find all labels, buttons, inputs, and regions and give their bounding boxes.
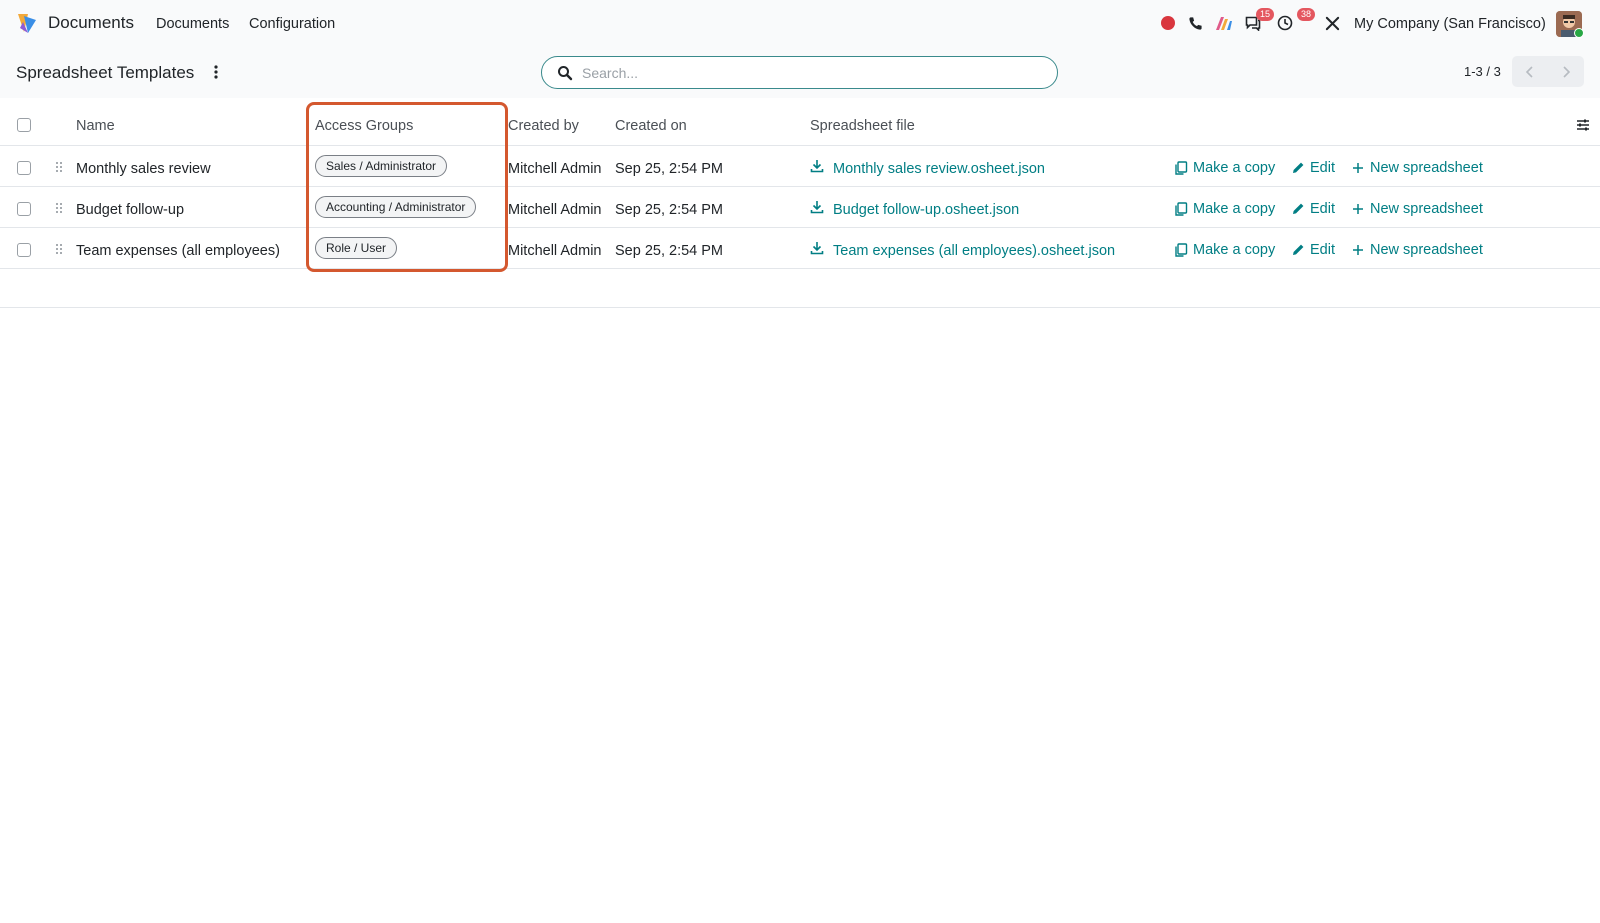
- search-input[interactable]: [582, 63, 1042, 83]
- download-icon[interactable]: [810, 241, 824, 255]
- debug-tools-button[interactable]: [1322, 0, 1342, 46]
- download-icon[interactable]: [810, 200, 824, 214]
- pager-next-button[interactable]: [1548, 56, 1584, 87]
- pencil-icon: [1293, 203, 1304, 214]
- activities-button[interactable]: [1274, 0, 1296, 46]
- select-all-checkbox[interactable]: [17, 118, 31, 132]
- created-by: Mitchell Admin: [508, 161, 602, 177]
- menu-configuration[interactable]: Configuration: [249, 16, 335, 32]
- record-icon: [1161, 16, 1175, 30]
- edit-label: Edit: [1310, 242, 1335, 258]
- messages-count-badge: 15: [1256, 8, 1274, 21]
- messages-button[interactable]: [1242, 0, 1264, 46]
- row-checkbox[interactable]: [17, 161, 31, 175]
- template-name: Monthly sales review: [76, 161, 211, 177]
- new-spreadsheet-label: New spreadsheet: [1370, 242, 1483, 258]
- row-checkbox[interactable]: [17, 243, 31, 257]
- table-row[interactable]: Monthly sales review Sales / Administrat…: [0, 146, 1600, 187]
- company-switcher[interactable]: My Company (San Francisco): [1354, 16, 1546, 32]
- ai-sparkle-icon: [1216, 17, 1232, 30]
- actions-kebab-icon[interactable]: [212, 64, 220, 80]
- edit-label: Edit: [1310, 160, 1335, 176]
- make-copy-button[interactable]: Make a copy: [1174, 160, 1275, 176]
- chevron-left-icon: [1525, 65, 1533, 78]
- pencil-icon: [1293, 162, 1304, 173]
- plus-icon: [1353, 163, 1363, 173]
- top-navbar: Documents Documents Configuration 15 38 …: [0, 0, 1600, 46]
- column-header-spreadsheet-file[interactable]: Spreadsheet file: [810, 118, 915, 134]
- chevron-right-icon: [1563, 65, 1571, 78]
- make-copy-button[interactable]: Make a copy: [1174, 242, 1275, 258]
- app-name[interactable]: Documents: [48, 13, 134, 33]
- pager-value[interactable]: 1-3 / 3: [1464, 64, 1501, 79]
- control-panel: Spreadsheet Templates 1-3 / 3: [0, 46, 1600, 98]
- phone-icon: [1188, 16, 1202, 30]
- list-header: Name Access Groups Created by Created on…: [0, 98, 1600, 146]
- column-header-created-on[interactable]: Created on: [615, 118, 687, 134]
- created-by: Mitchell Admin: [508, 243, 602, 259]
- drag-handle-icon[interactable]: [55, 243, 63, 255]
- plus-icon: [1353, 245, 1363, 255]
- edit-label: Edit: [1310, 201, 1335, 217]
- copy-icon: [1175, 161, 1188, 175]
- drag-handle-icon[interactable]: [55, 202, 63, 214]
- optional-columns-icon[interactable]: [1576, 118, 1590, 132]
- pager-previous-button[interactable]: [1512, 56, 1548, 87]
- template-name: Team expenses (all employees): [76, 243, 280, 259]
- make-copy-button[interactable]: Make a copy: [1174, 201, 1275, 217]
- menu-documents[interactable]: Documents: [156, 16, 229, 32]
- table-row[interactable]: Budget follow-up Accounting / Administra…: [0, 187, 1600, 228]
- phone-button[interactable]: [1185, 0, 1205, 46]
- spreadsheet-file-link[interactable]: Monthly sales review.osheet.json: [833, 161, 1045, 177]
- tools-icon: [1325, 16, 1339, 30]
- column-header-name[interactable]: Name: [76, 118, 115, 134]
- new-spreadsheet-button[interactable]: New spreadsheet: [1351, 242, 1483, 258]
- new-spreadsheet-button[interactable]: New spreadsheet: [1351, 160, 1483, 176]
- new-spreadsheet-button[interactable]: New spreadsheet: [1351, 201, 1483, 217]
- edit-button[interactable]: Edit: [1291, 201, 1335, 217]
- column-header-created-by[interactable]: Created by: [508, 118, 579, 134]
- access-group-tag: Accounting / Administrator: [315, 196, 477, 218]
- new-spreadsheet-label: New spreadsheet: [1370, 201, 1483, 217]
- created-by: Mitchell Admin: [508, 202, 602, 218]
- search-icon[interactable]: [557, 65, 573, 81]
- access-group-tag: Sales / Administrator: [315, 155, 448, 177]
- template-name: Budget follow-up: [76, 202, 185, 218]
- download-icon[interactable]: [810, 159, 824, 173]
- documents-app-logo-icon[interactable]: [14, 12, 38, 34]
- created-on: Sep 25, 2:54 PM: [615, 243, 724, 259]
- page-title: Spreadsheet Templates: [16, 63, 195, 82]
- clock-icon: [1277, 15, 1293, 31]
- created-on: Sep 25, 2:54 PM: [615, 161, 724, 177]
- edit-button[interactable]: Edit: [1291, 242, 1335, 258]
- copy-icon: [1175, 202, 1188, 216]
- spreadsheet-file-link[interactable]: Budget follow-up.osheet.json: [833, 202, 1019, 218]
- spreadsheet-file-link[interactable]: Team expenses (all employees).osheet.jso…: [833, 243, 1115, 259]
- ai-button[interactable]: [1213, 0, 1235, 46]
- make-copy-label: Make a copy: [1193, 160, 1276, 176]
- record-button[interactable]: [1158, 0, 1178, 46]
- row-checkbox[interactable]: [17, 202, 31, 216]
- make-copy-label: Make a copy: [1193, 242, 1276, 258]
- activities-count-badge: 38: [1297, 8, 1315, 21]
- make-copy-label: Make a copy: [1193, 201, 1276, 217]
- pencil-icon: [1293, 244, 1304, 255]
- copy-icon: [1175, 243, 1188, 257]
- column-header-access-groups[interactable]: Access Groups: [315, 118, 413, 134]
- empty-list-row: [0, 269, 1600, 308]
- presence-online-icon: [1574, 28, 1584, 38]
- search-bar[interactable]: [541, 56, 1058, 89]
- drag-handle-icon[interactable]: [55, 161, 63, 173]
- access-group-tag: Role / User: [315, 237, 398, 259]
- edit-button[interactable]: Edit: [1291, 160, 1335, 176]
- created-on: Sep 25, 2:54 PM: [615, 202, 724, 218]
- plus-icon: [1353, 204, 1363, 214]
- new-spreadsheet-label: New spreadsheet: [1370, 160, 1483, 176]
- table-row[interactable]: Team expenses (all employees) Role / Use…: [0, 228, 1600, 269]
